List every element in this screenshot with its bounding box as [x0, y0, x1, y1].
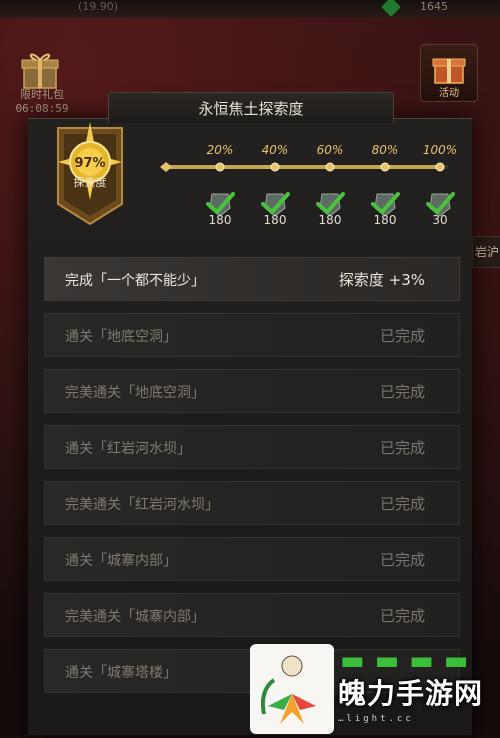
top-currency-value: 1645	[420, 0, 448, 13]
side-tab[interactable]: 岩沪	[472, 236, 500, 268]
milestone-node	[270, 162, 280, 172]
task-row[interactable]: 通关「地底空洞」 已完成	[44, 313, 460, 357]
milestone-node	[325, 162, 335, 172]
task-row[interactable]: 通关「城寨内部」 已完成	[44, 537, 460, 581]
watermark-text: 魄力手游网	[338, 677, 484, 710]
milestone-reward-count: 180	[373, 213, 397, 227]
side-tab-label: 岩	[474, 245, 487, 259]
milestone-reward-count: 180	[318, 213, 342, 227]
task-name: 通关「地底空洞」	[65, 329, 177, 345]
task-name: 通关「城寨内部」	[65, 553, 177, 569]
task-row[interactable]: 完美通关「红岩河水坝」 已完成	[44, 481, 460, 525]
watermark-url: …light.cc	[338, 714, 414, 724]
task-name: 完成「一个都不能少」	[65, 273, 205, 289]
activity-label: 活动	[439, 88, 459, 99]
task-name: 完美通关「红岩河水坝」	[65, 497, 219, 513]
task-row[interactable]: 通关「红岩河水坝」 已完成	[44, 425, 460, 469]
milestone-reward-count: 180	[208, 213, 232, 227]
activity-button[interactable]: 活动	[420, 44, 478, 102]
watermark-green-text-fragment: ▬▬▬▬	[340, 650, 479, 672]
milestone-reward-count: 180	[263, 213, 287, 227]
emblem-label: 探索度	[73, 176, 107, 189]
milestone-reward-count: 30	[432, 213, 448, 227]
task-row[interactable]: 完美通关「地底空洞」 已完成	[44, 369, 460, 413]
task-row[interactable]: 完美通关「城寨内部」 已完成	[44, 593, 460, 637]
panel-title: 永恒焦土探索度	[198, 100, 304, 118]
emblem-percent: 97%	[74, 156, 106, 171]
task-name: 完美通关「地底空洞」	[65, 385, 205, 401]
milestone-node	[380, 162, 390, 172]
exploration-emblem: 97% 探索度	[52, 120, 128, 230]
top-resource-value: (19.90)	[78, 0, 119, 13]
milestone-label: 40%	[261, 143, 289, 157]
progress-fill	[166, 165, 440, 169]
task-status: 已完成	[379, 495, 425, 513]
progress-track	[160, 162, 448, 172]
watermark-logo-icon	[261, 655, 316, 724]
task-row[interactable]: 完成「一个都不能少」 探索度 +3%	[44, 257, 460, 301]
milestone-node	[215, 162, 225, 172]
task-status: 已完成	[379, 327, 425, 345]
task-status: 已完成	[379, 551, 425, 569]
task-name: 通关「红岩河水坝」	[65, 441, 191, 457]
watermark-logo	[250, 644, 334, 734]
milestone-node	[435, 162, 445, 172]
milestone-label: 60%	[316, 143, 344, 157]
task-status: 探索度 +3%	[338, 271, 425, 289]
milestone-label: 100%	[422, 143, 458, 157]
gift-timer: 06:08:59	[15, 102, 69, 115]
task-name: 通关「城寨塔楼」	[65, 665, 177, 681]
panel-title-bar: 永恒焦土探索度	[108, 92, 394, 123]
task-status: 已完成	[379, 439, 425, 457]
task-status: 已完成	[379, 383, 425, 401]
milestone-label: 80%	[371, 143, 399, 157]
milestone-label: 20%	[206, 143, 234, 157]
side-tab-label-2: 沪	[487, 245, 500, 259]
task-name: 完美通关「城寨内部」	[65, 609, 205, 625]
limited-gift-label: 限时礼包	[20, 88, 64, 101]
task-status: 已完成	[379, 607, 425, 625]
